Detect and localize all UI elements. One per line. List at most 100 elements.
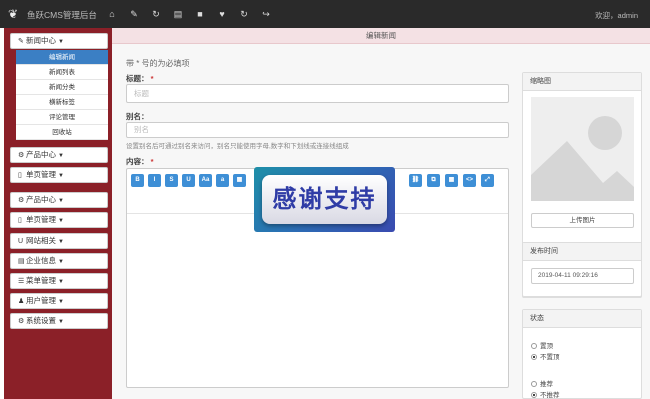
user-greeting[interactable]: 欢迎，admin [595, 10, 638, 21]
caret-down-icon: ▼ [58, 173, 64, 179]
status-panel: 状态 置顶 不置顶 推荐 不推荐 [522, 309, 642, 399]
sidebar-item-label: 菜单管理 [26, 276, 56, 285]
link-button[interactable]: ⛓ [409, 174, 422, 187]
caret-down-icon: ▼ [58, 319, 64, 325]
lock-icon[interactable]: ■ [194, 8, 206, 20]
caret-down-icon: ▼ [58, 218, 64, 224]
radio-label: 推荐 [540, 381, 553, 388]
alias-help-text: 设置别名后可通过别名来访问，别名只能使用字母,数字和下划线或连接线组成 [126, 143, 349, 150]
copy-button[interactable]: ⧉ [427, 174, 440, 187]
refresh-alt-icon[interactable]: ↻ [150, 8, 162, 20]
watermark-badge: 感谢支持 [254, 167, 395, 232]
sidebar: ✎ 新闻中心 ▼ 编辑新闻 新闻列表 新闻分类 横新标签 评论管理 回收站 ⚙ 产品中… [4, 28, 112, 399]
submenu-item-recycle[interactable]: 回收站 [16, 125, 108, 140]
caret-down-icon: ▼ [58, 259, 64, 265]
sidebar-item-label: 产品中心 [26, 195, 56, 204]
caret-down-icon: ▼ [58, 39, 64, 45]
alias-input[interactable]: 别名 [126, 122, 509, 138]
caret-down-icon: ▼ [58, 299, 64, 305]
underline-button[interactable]: U [182, 174, 195, 187]
radio-label: 置顶 [540, 343, 553, 350]
radio-label: 不置顶 [540, 354, 560, 361]
sidebar-item-products[interactable]: ⚙ 产品中心 ▼ [10, 147, 108, 163]
image-placeholder-icon [531, 97, 634, 201]
cogs-icon: ⚙ [18, 197, 25, 204]
publish-time-panel: 发布时间 2019-04-11 09:29:16 [522, 242, 642, 297]
pencil-icon[interactable]: ✎ [128, 8, 140, 20]
home-icon[interactable]: ⌂ [106, 8, 118, 20]
alias-label: 别名： [126, 112, 149, 121]
sidebar-item-label: 企业信息 [26, 256, 56, 265]
sidebar-item-settings[interactable]: ⚙ 系统设置 ▼ [10, 313, 108, 329]
italic-button[interactable]: I [148, 174, 161, 187]
logout-icon[interactable]: ↪ [260, 8, 272, 20]
panel-title: 状态 [523, 310, 641, 328]
watermark-inner: 感谢支持 [262, 175, 387, 224]
submenu-item-news-category[interactable]: 新闻分类 [16, 80, 108, 95]
radio-not-recommend[interactable]: 不推荐 [531, 389, 560, 399]
panel-title: 缩略图 [523, 73, 641, 91]
sidebar-item-label: 用户管理 [26, 296, 56, 305]
building-icon: ▤ [18, 258, 25, 265]
list-icon: ☰ [18, 278, 25, 285]
magnet-icon: U [18, 238, 24, 245]
sidebar-item-label: 网站相关 [26, 236, 56, 245]
logo-icon: ❦ [8, 7, 19, 21]
radio-recommend[interactable]: 推荐 [531, 378, 553, 388]
sidebar-item-news[interactable]: ✎ 新闻中心 ▼ [10, 33, 108, 49]
user-icon: ♟ [18, 298, 25, 305]
cogs-icon: ⚙ [18, 152, 25, 159]
submenu-item-edit-news[interactable]: 编辑新闻 [16, 50, 108, 65]
radio-not-top[interactable]: 不置顶 [531, 351, 560, 361]
file-icon[interactable]: ▤ [172, 8, 184, 20]
file-icon: ▯ [18, 217, 22, 224]
required-mark: * [150, 157, 154, 166]
content-label: 内容： * [126, 156, 154, 167]
font-color-button[interactable]: a [216, 174, 229, 187]
radio-top[interactable]: 置顶 [531, 340, 553, 350]
top-nav: ⌂ ✎ ↻ ▤ ■ ♥ ↻ ↪ [106, 8, 272, 20]
table-button[interactable]: ▦ [233, 174, 246, 187]
required-hint: 带 * 号的为必填项 [126, 59, 190, 68]
breadcrumb: 编辑新闻 [112, 28, 650, 44]
caret-down-icon: ▼ [58, 239, 64, 245]
title-input[interactable]: 标题 [126, 84, 509, 103]
bold-button[interactable]: B [131, 174, 144, 187]
sidebar-item-products-2[interactable]: ⚙ 产品中心 ▼ [10, 192, 108, 208]
sidebar-item-label: 单页管理 [26, 170, 56, 179]
caret-down-icon: ▼ [58, 198, 64, 204]
sidebar-item-pages-2[interactable]: ▯ 单页管理 ▼ [10, 212, 108, 228]
sidebar-item-site[interactable]: U 网站相关 ▼ [10, 233, 108, 249]
expand-button[interactable]: ⤢ [481, 174, 494, 187]
sidebar-item-label: 单页管理 [26, 215, 56, 224]
panel-title: 发布时间 [523, 243, 641, 261]
app-title: 鱼跃CMS管理后台 [27, 10, 97, 20]
caret-down-icon: ▼ [58, 153, 64, 159]
publish-time-input[interactable]: 2019-04-11 09:29:16 [531, 268, 634, 284]
heart-icon[interactable]: ♥ [216, 8, 228, 20]
top-bar: ❦ 鱼跃CMS管理后台 ⌂ ✎ ↻ ▤ ■ ♥ ↻ ↪ 欢迎，admin [0, 0, 650, 28]
required-mark: * [150, 74, 154, 83]
label-text: 内容： [126, 157, 149, 166]
label-text: 标题： [126, 74, 149, 83]
grid-button[interactable]: ▦ [445, 174, 458, 187]
news-submenu: 编辑新闻 新闻列表 新闻分类 横新标签 评论管理 回收站 [16, 50, 108, 140]
strikethrough-button[interactable]: S [165, 174, 178, 187]
file-icon: ▯ [18, 172, 22, 179]
sidebar-item-users[interactable]: ♟ 用户管理 ▼ [10, 293, 108, 309]
sidebar-item-menus[interactable]: ☰ 菜单管理 ▼ [10, 273, 108, 289]
pencil-icon: ✎ [18, 38, 24, 45]
submenu-item-comments[interactable]: 评论管理 [16, 110, 108, 125]
sidebar-item-label: 系统设置 [26, 316, 56, 325]
sidebar-item-label: 新闻中心 [26, 36, 56, 45]
upload-image-button[interactable]: 上传图片 [531, 213, 634, 228]
code-button[interactable]: <> [463, 174, 476, 187]
sidebar-item-company[interactable]: ▤企业信息 ▼ [10, 253, 108, 269]
submenu-item-tags[interactable]: 横新标签 [16, 95, 108, 110]
submenu-item-news-list[interactable]: 新闻列表 [16, 65, 108, 80]
font-size-button[interactable]: Aa [199, 174, 212, 187]
sidebar-item-pages[interactable]: ▯ 单页管理 ▼ [10, 167, 108, 183]
caret-down-icon: ▼ [58, 279, 64, 285]
refresh-icon[interactable]: ↻ [238, 8, 250, 20]
radio-label: 不推荐 [540, 392, 560, 399]
